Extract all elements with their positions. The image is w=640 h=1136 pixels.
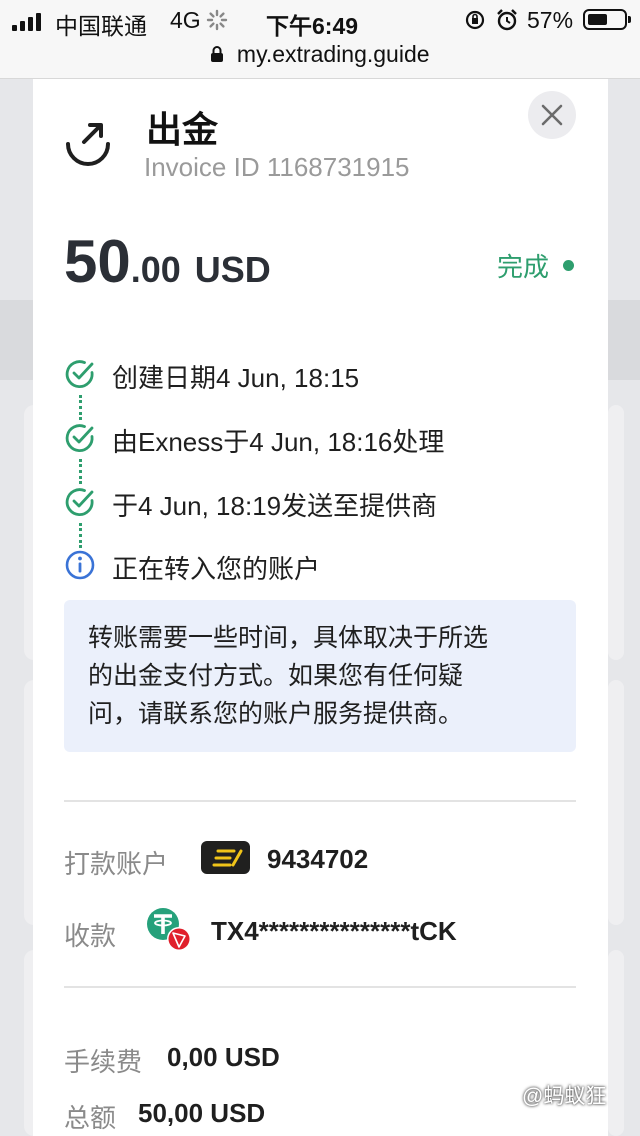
amount-minor: .00 bbox=[130, 249, 181, 290]
from-account-number: 9434702 bbox=[267, 844, 369, 874]
battery-icon bbox=[583, 9, 631, 30]
fee-label: 手续费 bbox=[64, 1047, 143, 1077]
amount-major: 50 bbox=[64, 228, 131, 295]
withdrawal-details-modal: 出金 Invoice ID 1168731915 50.00 USD 完成 创建日… bbox=[33, 79, 608, 1136]
modal-title: 出金 bbox=[146, 109, 219, 150]
signal-icon bbox=[12, 13, 41, 31]
timeline-step: 由Exness于4 Jun, 18:16处理 bbox=[112, 427, 445, 457]
battery-percent: 57% bbox=[527, 7, 574, 33]
tether-tron-icon bbox=[147, 908, 191, 951]
fee-value: 0,00 USD bbox=[167, 1042, 280, 1072]
to-account-label: 收款 bbox=[64, 921, 117, 951]
alarm-icon bbox=[497, 9, 517, 31]
address-bar[interactable]: my.extrading.guide bbox=[0, 40, 640, 79]
divider bbox=[64, 986, 576, 988]
amount-currency: USD bbox=[194, 249, 271, 290]
carrier-name: 中国联通 bbox=[55, 13, 147, 39]
info-circle-icon bbox=[65, 550, 95, 580]
timeline-connector bbox=[79, 459, 85, 484]
timeline-connector bbox=[79, 395, 85, 420]
status-label: 完成 bbox=[497, 252, 550, 282]
network-type: 4G bbox=[170, 7, 201, 33]
exness-logo-icon bbox=[201, 841, 250, 874]
timeline-step: 正在转入您的账户 bbox=[112, 554, 321, 584]
orientation-lock-icon bbox=[465, 10, 485, 30]
info-notice: 转账需要一些时间，具体取决于所选 的出金支付方式。如果您有任何疑 问，请联系您的… bbox=[64, 600, 576, 752]
clock: 下午6:49 bbox=[266, 13, 359, 39]
notice-line: 转账需要一些时间，具体取决于所选 bbox=[88, 624, 489, 652]
amount: 50.00 USD bbox=[64, 227, 271, 296]
background-card bbox=[608, 950, 624, 1136]
close-button[interactable] bbox=[528, 91, 576, 139]
activity-spinner-icon bbox=[206, 9, 228, 31]
notice-line: 的出金支付方式。如果您有任何疑 bbox=[88, 662, 464, 690]
timeline-step: 创建日期4 Jun, 18:15 bbox=[112, 363, 360, 393]
timeline-step: 于4 Jun, 18:19发送至提供商 bbox=[112, 491, 438, 521]
background-card bbox=[608, 405, 624, 660]
from-account-label: 打款账户 bbox=[64, 849, 169, 879]
to-address: TX4***************tCK bbox=[211, 916, 457, 946]
watermark: @蚂蚁狂 bbox=[522, 1085, 607, 1108]
close-icon bbox=[541, 104, 563, 126]
timeline-connector bbox=[79, 523, 85, 548]
background-card bbox=[608, 680, 624, 925]
notice-line: 问，请联系您的账户服务提供商。 bbox=[88, 700, 464, 728]
withdrawal-arrow-icon bbox=[66, 123, 110, 166]
total-value: 50,00 USD bbox=[138, 1098, 266, 1128]
invoice-id: Invoice ID 1168731915 bbox=[144, 152, 410, 182]
check-circle-icon bbox=[65, 488, 94, 516]
check-circle-icon bbox=[65, 424, 94, 452]
divider bbox=[64, 800, 576, 802]
total-label: 总额 bbox=[64, 1103, 117, 1133]
lock-icon bbox=[211, 46, 224, 62]
check-circle-icon bbox=[65, 360, 94, 388]
url-text: my.extrading.guide bbox=[236, 41, 430, 67]
status-bar: 中国联通 4G 下午6:49 57% bbox=[0, 0, 640, 40]
status-dot-icon bbox=[563, 260, 575, 271]
status-badge: 完成 bbox=[497, 247, 575, 284]
